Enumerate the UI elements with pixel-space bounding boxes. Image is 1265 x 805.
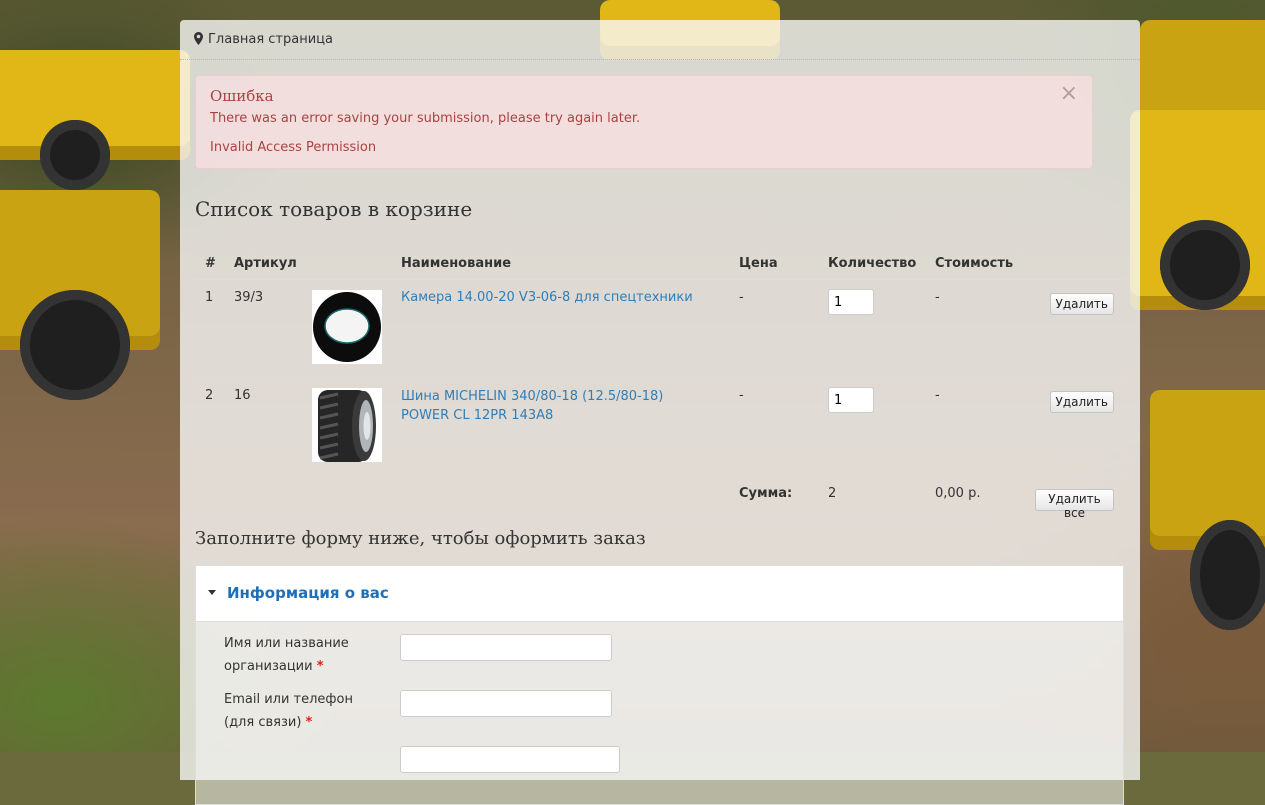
total-qty: 2 <box>828 486 837 501</box>
row-cost: - <box>925 279 1025 378</box>
row-name: Камера 14.00-20 V3-06-8 для спецтехники <box>391 279 729 378</box>
table-row: 2 16 Шина MICHELIN 340/80-18 (12.5/80-18… <box>195 377 1124 476</box>
breadcrumb: Главная страница <box>180 20 1140 60</box>
cart-table: # Артикул Наименование Цена Количество С… <box>195 248 1124 527</box>
error-alert: Ошибка There was an error saving your su… <box>195 75 1093 169</box>
column-header-image <box>303 248 391 280</box>
alert-detail: Invalid Access Permission <box>210 140 377 155</box>
product-link[interactable]: Шина MICHELIN 340/80-18 (12.5/80-18) POW… <box>401 387 681 425</box>
row-cost: - <box>925 377 1025 476</box>
column-header-actions <box>1025 248 1124 280</box>
name-field-label: Имя или название организации * <box>224 636 349 674</box>
tire-icon[interactable] <box>312 388 382 462</box>
remove-item-button[interactable]: Удалить <box>1049 391 1114 413</box>
inner-tube-icon[interactable] <box>312 290 382 364</box>
total-label: Сумма: <box>739 486 793 501</box>
row-num: 1 <box>195 279 224 378</box>
required-marker: * <box>316 659 324 674</box>
remove-all-button[interactable]: Удалить все <box>1035 489 1114 520</box>
row-image <box>303 377 391 476</box>
order-form-heading: Заполните форму ниже, чтобы оформить зак… <box>195 528 646 549</box>
main-content: Главная страница Ошибка There was an err… <box>180 20 1140 805</box>
row-qty <box>818 377 925 476</box>
alert-title: Ошибка <box>210 87 274 105</box>
name-input[interactable] <box>400 634 612 661</box>
row-actions: Удалить <box>1025 377 1124 476</box>
quantity-input[interactable] <box>828 289 874 315</box>
panel-title[interactable]: Информация о вас <box>227 584 389 602</box>
close-icon[interactable]: × <box>1060 82 1078 106</box>
quantity-input[interactable] <box>828 387 874 413</box>
row-num: 2 <box>195 377 224 476</box>
column-header-name: Наименование <box>391 248 729 280</box>
row-name: Шина MICHELIN 340/80-18 (12.5/80-18) POW… <box>391 377 729 476</box>
column-header-sku: Артикул <box>224 248 303 280</box>
alert-message: There was an error saving your submissio… <box>210 111 641 126</box>
column-header-price: Цена <box>729 248 818 280</box>
totals-row: Сумма: 2 0,00 р. Удалить все <box>195 476 1124 528</box>
table-header-row: # Артикул Наименование Цена Количество С… <box>195 248 1124 280</box>
row-price: - <box>729 377 818 476</box>
table-row: 1 39/3 Камера 14.00-20 V3-06-8 для спецт… <box>195 279 1124 378</box>
row-qty <box>818 279 925 378</box>
about-you-panel-header[interactable]: Информация о вас <box>196 566 1123 622</box>
required-marker: * <box>305 715 313 730</box>
column-header-qty: Количество <box>818 248 925 280</box>
caret-down-icon[interactable] <box>208 590 216 595</box>
column-header-num: # <box>195 248 224 280</box>
product-link[interactable]: Камера 14.00-20 V3-06-8 для спецтехники <box>401 290 693 305</box>
contact-input[interactable] <box>400 690 612 717</box>
row-image <box>303 279 391 378</box>
breadcrumb-home-link[interactable]: Главная страница <box>208 32 333 47</box>
third-input[interactable] <box>400 746 620 773</box>
row-price: - <box>729 279 818 378</box>
row-sku: 39/3 <box>224 279 303 378</box>
cart-heading: Список товаров в корзине <box>195 197 473 221</box>
contact-field-label: Email или телефон (для связи) * <box>224 692 353 730</box>
about-you-panel: Информация о вас Имя или название органи… <box>195 565 1124 805</box>
map-marker-icon <box>194 32 203 45</box>
total-cost: 0,00 р. <box>935 486 981 501</box>
row-sku: 16 <box>224 377 303 476</box>
column-header-cost: Стоимость <box>925 248 1025 280</box>
remove-item-button[interactable]: Удалить <box>1049 293 1114 315</box>
row-actions: Удалить <box>1025 279 1124 378</box>
